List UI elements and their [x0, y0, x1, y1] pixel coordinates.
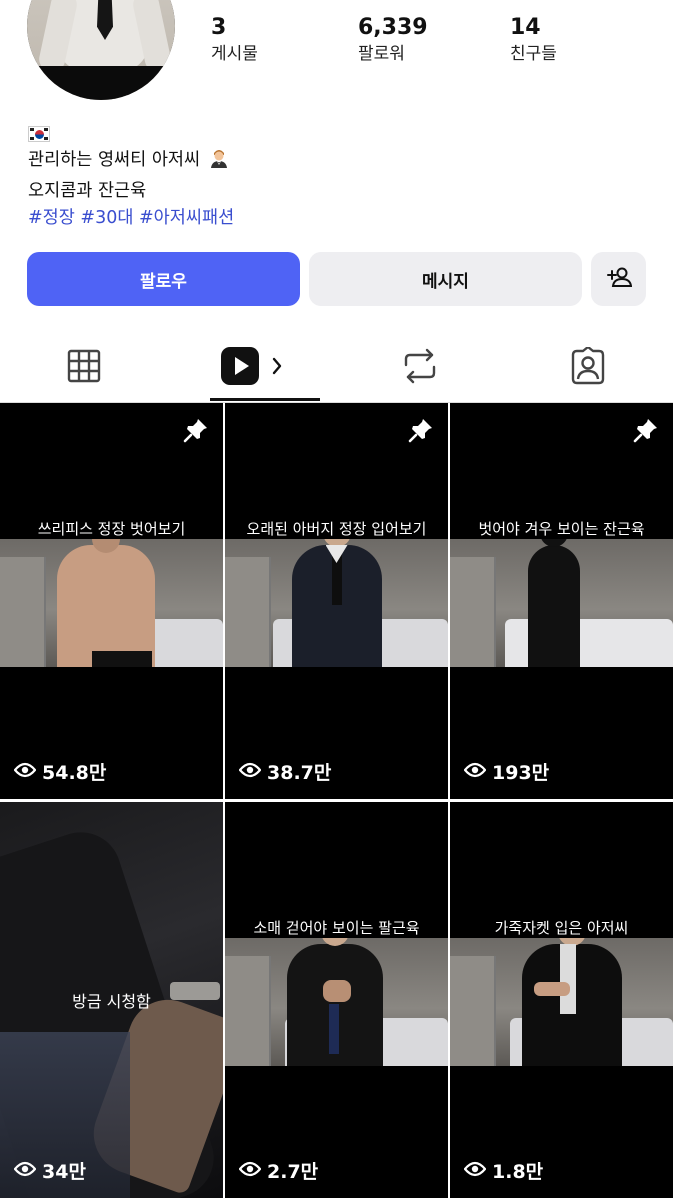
south-korea-flag-icon [28, 125, 50, 142]
bio-line-2: 오지콤과 잔근육 [28, 180, 147, 201]
add-friend-button[interactable] [591, 252, 646, 306]
reel-caption: 쓰리피스 정장 벗어보기 [37, 520, 186, 538]
pin-icon [633, 417, 659, 447]
stat-posts[interactable]: 3 게시물 [211, 14, 258, 66]
bio-flag-line [28, 120, 234, 147]
posts-label: 게시물 [211, 44, 258, 64]
follow-button[interactable]: 팔로우 [27, 252, 300, 306]
message-button[interactable]: 메시지 [309, 252, 582, 306]
followers-count: 6,339 [358, 15, 428, 40]
reel-caption: 오래된 아버지 정장 입어보기 [246, 520, 427, 538]
reel-tile[interactable]: 소매 걷어야 보이는 팔근육 2.7만 [225, 802, 448, 1198]
view-count: 38.7만 [238, 758, 332, 785]
reel-caption: 벗어야 겨우 보이는 잔근육 [478, 520, 645, 538]
bio-hashtags[interactable]: #정장 #30대 #아저씨패션 [28, 205, 234, 233]
profile-avatar[interactable] [27, 0, 175, 100]
reel-tile[interactable]: 오래된 아버지 정장 입어보기 38.7만 [225, 403, 448, 799]
eye-icon [13, 1160, 37, 1182]
tab-reels[interactable] [168, 330, 336, 402]
view-count: 193만 [463, 758, 550, 785]
reel-thumbnail [225, 539, 448, 667]
reel-thumbnail [450, 938, 673, 1066]
repost-icon [402, 347, 438, 385]
friends-label: 친구들 [510, 44, 557, 64]
reel-tile[interactable]: 벗어야 겨우 보이는 잔근육 193만 [450, 403, 673, 799]
view-count: 34만 [13, 1157, 86, 1184]
eye-icon [13, 761, 37, 783]
active-tab-indicator [210, 398, 320, 401]
just-watched-label: 방금 시청함 [72, 992, 151, 1011]
reel-thumbnail [0, 539, 223, 667]
reel-caption: 소매 걷어야 보이는 팔근육 [253, 919, 420, 937]
bio-line-1: 관리하는 영써티 아저씨 [28, 147, 234, 178]
view-count-text: 38.7만 [267, 762, 332, 784]
view-count: 1.8만 [463, 1157, 544, 1184]
followers-label: 팔로워 [358, 44, 405, 64]
reels-grid: 쓰리피스 정장 벗어보기 54.8만 오래된 아버지 정장 입어보기 38.7만 [0, 403, 673, 1200]
tab-reposts[interactable] [336, 330, 504, 402]
eye-icon [238, 761, 262, 783]
profile-bio: 관리하는 영써티 아저씨 오지콤과 잔근육 #정장 #30대 #아저씨패션 [28, 120, 234, 233]
eye-icon [463, 1160, 487, 1182]
man-in-tuxedo-emoji-icon [210, 148, 228, 178]
tagged-person-icon [569, 347, 607, 385]
view-count: 2.7만 [238, 1157, 319, 1184]
reel-tile[interactable]: 쓰리피스 정장 벗어보기 54.8만 [0, 403, 223, 799]
reel-thumbnail [225, 938, 448, 1066]
chevron-right-icon [272, 357, 282, 375]
view-count-text: 54.8만 [42, 762, 107, 784]
reel-tile[interactable]: 가죽자켓 입은 아저씨 1.8만 [450, 802, 673, 1198]
profile-tabs [0, 330, 673, 402]
reel-tile[interactable]: 방금 시청함 34만 [0, 802, 223, 1198]
view-count-text: 1.8만 [492, 1161, 544, 1183]
bio-line-1-text: 관리하는 영써티 아저씨 [28, 150, 201, 170]
eye-icon [238, 1160, 262, 1182]
view-count-text: 34만 [42, 1161, 86, 1183]
view-count-text: 193만 [492, 762, 550, 784]
reel-thumbnail [450, 539, 673, 667]
grid-icon [67, 349, 101, 383]
pin-icon [408, 417, 434, 447]
stat-followers[interactable]: 6,339 팔로워 [358, 14, 428, 66]
stat-friends[interactable]: 14 친구들 [510, 14, 557, 66]
tab-grid[interactable] [0, 330, 168, 402]
add-person-icon [606, 265, 632, 294]
friends-count: 14 [510, 15, 541, 40]
reel-caption: 가죽자켓 입은 아저씨 [494, 919, 629, 937]
view-count: 54.8만 [13, 758, 107, 785]
eye-icon [463, 761, 487, 783]
posts-count: 3 [211, 15, 227, 40]
reels-play-icon [221, 347, 283, 385]
pin-icon [183, 417, 209, 447]
view-count-text: 2.7만 [267, 1161, 319, 1183]
tab-tagged[interactable] [504, 330, 672, 402]
